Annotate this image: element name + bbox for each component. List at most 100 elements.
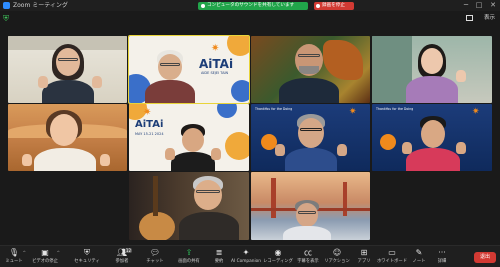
minimize-button[interactable]: ─ bbox=[460, 0, 472, 11]
decor-circle bbox=[217, 104, 237, 118]
thumbs-up-left bbox=[402, 142, 412, 154]
captions-label: 字幕を表示 bbox=[297, 259, 319, 264]
record-button[interactable]: ◉ レコーディング bbox=[262, 248, 294, 266]
window-title: Zoom ミーティング bbox=[13, 2, 68, 9]
expo-date: MAY 15-21 2024 bbox=[135, 132, 164, 136]
sound-share-text: コンピュータのサウンドを共有しています bbox=[207, 3, 295, 8]
waving-hand-left bbox=[38, 76, 48, 88]
captions-button[interactable]: ㏄ 字幕を表示 bbox=[295, 248, 321, 266]
mute-button[interactable]: 🎙︎ ミュート ^ bbox=[2, 248, 26, 266]
guitar-neck bbox=[153, 176, 158, 216]
glasses bbox=[298, 211, 316, 214]
notes-button[interactable]: ✎ ノート bbox=[409, 248, 429, 266]
meeting-toolbar: 🎙︎ ミュート ^ ▣ ビデオの停止 ^ ⛨ セキュリティ 👥︎ 参加者 12 … bbox=[0, 245, 500, 267]
participant-body bbox=[34, 148, 96, 171]
video-tile-participant-7[interactable]: ThankYou for the Doing ✷ bbox=[251, 104, 370, 171]
mute-label: ミュート bbox=[5, 259, 23, 264]
video-tile-participant-1[interactable] bbox=[8, 36, 127, 103]
security-button[interactable]: ⛨ セキュリティ bbox=[72, 248, 102, 266]
aitai-figure-logo: ✷ bbox=[472, 107, 480, 117]
glasses bbox=[300, 128, 322, 131]
chevron-up-icon[interactable]: ^ bbox=[57, 250, 60, 255]
participant-face bbox=[296, 203, 318, 227]
participants-button[interactable]: 👥︎ 参加者 12 bbox=[108, 248, 136, 266]
video-camera-icon: ▣ bbox=[41, 248, 49, 257]
reaction-label: リアクション bbox=[324, 259, 350, 264]
zoom-app-icon bbox=[3, 2, 10, 9]
apps-button[interactable]: ⊞ アプリ bbox=[353, 248, 375, 266]
chat-button[interactable]: 💬︎ チャット bbox=[142, 248, 168, 266]
apps-icon: ⊞ bbox=[360, 248, 368, 257]
video-tile-participant-6[interactable]: ✷ AiTAi MAY 15-21 2024 bbox=[129, 104, 249, 171]
participant-body bbox=[406, 76, 458, 103]
whiteboard-icon: ▭ bbox=[388, 248, 396, 257]
video-tile-participant-5[interactable] bbox=[8, 104, 127, 171]
participant-body bbox=[42, 80, 94, 103]
close-window-button[interactable]: ✕ bbox=[487, 0, 499, 11]
participants-label: 参加者 bbox=[115, 259, 129, 264]
stop-video-button[interactable]: ▣ ビデオの停止 ^ bbox=[30, 248, 60, 266]
bridge-tower bbox=[271, 178, 276, 218]
participant-body bbox=[285, 148, 337, 171]
notes-icon: ✎ bbox=[415, 248, 423, 257]
glasses bbox=[160, 63, 180, 66]
video-tile-participant-3[interactable] bbox=[251, 36, 370, 103]
participant-count: 12 bbox=[124, 248, 132, 253]
whiteboard-button[interactable]: ▭ ホワイトボード bbox=[376, 248, 408, 266]
notes-label: ノート bbox=[412, 259, 426, 264]
aitai-figure-logo: ✷ bbox=[349, 107, 357, 117]
reaction-button[interactable]: ☺ リアクション bbox=[322, 248, 352, 266]
apps-label: アプリ bbox=[357, 259, 371, 264]
summary-button[interactable]: ≣ 要約 bbox=[208, 248, 230, 266]
summary-icon: ≣ bbox=[215, 248, 223, 257]
waving-hand-right bbox=[337, 144, 347, 156]
participant-face bbox=[421, 120, 445, 148]
ai-companion-button[interactable]: ✦ AI Companion bbox=[231, 248, 261, 266]
decor-circle bbox=[380, 134, 396, 150]
stop-video-label: ビデオの停止 bbox=[32, 259, 58, 264]
more-label: 詳細 bbox=[437, 259, 447, 264]
recording-stop-button[interactable]: 録画を停止 bbox=[314, 2, 354, 10]
chat-icon: 💬︎ bbox=[149, 248, 161, 257]
decor-circle bbox=[227, 36, 249, 56]
waving-hand-right bbox=[92, 76, 102, 88]
captions-icon: ㏄ bbox=[304, 248, 312, 257]
more-button[interactable]: ··· 詳細 bbox=[432, 248, 452, 266]
decor-circle bbox=[231, 80, 249, 102]
video-tile-participant-10[interactable] bbox=[251, 172, 370, 240]
participant-face bbox=[298, 118, 324, 148]
ai-companion-label: AI Companion bbox=[231, 259, 262, 264]
waving-hand-left bbox=[275, 144, 285, 156]
encryption-shield-icon[interactable]: ⛨ bbox=[3, 14, 11, 23]
waving-hand-left bbox=[22, 154, 32, 166]
leave-meeting-button[interactable]: 退出 bbox=[474, 252, 496, 263]
whiteboard-label: ホワイトボード bbox=[376, 259, 408, 264]
video-tile-participant-2[interactable]: ✷ AiTAi AIDE SEJEI TAIN bbox=[128, 35, 250, 104]
share-screen-button[interactable]: ⇪ 画面の共有 bbox=[174, 248, 204, 266]
aitai-logo: AiTAi bbox=[199, 57, 234, 71]
virtual-background-logo: ThankYou for the Doing bbox=[376, 107, 414, 111]
participant-face bbox=[50, 114, 78, 146]
participant-body bbox=[179, 212, 239, 240]
thumbs-up-right bbox=[211, 148, 221, 160]
more-icon: ··· bbox=[438, 248, 446, 257]
video-tile-participant-8[interactable]: ThankYou for the Doing ✷ bbox=[372, 104, 492, 171]
share-screen-icon: ⇪ bbox=[185, 248, 193, 257]
security-label: セキュリティ bbox=[74, 259, 100, 264]
view-button[interactable]: 表示 bbox=[464, 13, 497, 23]
summary-label: 要約 bbox=[214, 259, 224, 264]
video-tile-participant-9[interactable] bbox=[129, 172, 249, 240]
reaction-icon: ☺ bbox=[332, 248, 342, 257]
view-button-label: 表示 bbox=[483, 15, 495, 21]
sound-share-banner[interactable]: コンピュータのサウンドを共有しています bbox=[198, 2, 308, 10]
participant-face bbox=[56, 48, 80, 76]
glasses bbox=[196, 190, 220, 193]
maximize-button[interactable]: □ bbox=[473, 0, 485, 11]
thumbs-up-right bbox=[456, 142, 466, 154]
video-tile-participant-4[interactable] bbox=[372, 36, 492, 103]
chevron-up-icon[interactable]: ^ bbox=[23, 250, 26, 255]
participant-body bbox=[171, 152, 215, 171]
record-icon: ◉ bbox=[274, 248, 282, 257]
participant-face bbox=[158, 54, 182, 80]
participant-body bbox=[406, 148, 460, 171]
